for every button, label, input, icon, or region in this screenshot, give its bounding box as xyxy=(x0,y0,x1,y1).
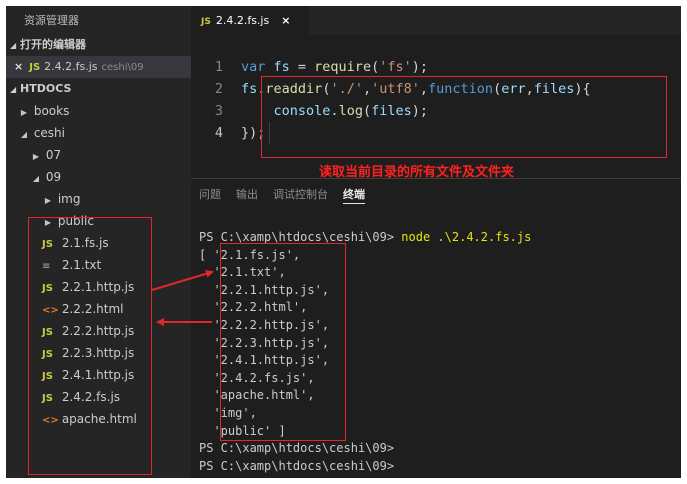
terminal-prompt-line: PS C:\xamp\htdocs\ceshi\09> xyxy=(199,441,395,456)
open-editor-dir: ceshi\09 xyxy=(101,62,144,73)
tree-folder[interactable]: ▶ books xyxy=(6,100,191,122)
code-token: 'fs' xyxy=(379,59,412,75)
annotation-box-output xyxy=(220,243,346,441)
chevron-right-icon: ▶ xyxy=(32,152,40,161)
code-token: ( xyxy=(371,59,380,75)
tree-item-label: 09 xyxy=(45,170,62,184)
chevron-down-icon: ◢ xyxy=(10,85,17,94)
line-number: 3 xyxy=(214,103,223,119)
open-editor-filename: 2.4.2.fs.js xyxy=(44,60,98,73)
open-editors-section[interactable]: ◢ 打开的编辑器 xyxy=(6,34,191,56)
open-editor-item[interactable]: × JS 2.4.2.fs.js ceshi\09 xyxy=(6,56,191,78)
terminal-prompt: PS C:\xamp\htdocs\ceshi\09> xyxy=(199,230,402,244)
tab-2-4-2-fs-js[interactable]: JS 2.4.2.fs.js × xyxy=(191,6,309,34)
tree-item-label: ceshi xyxy=(33,126,65,140)
annotation-box-code xyxy=(261,76,667,158)
code-line[interactable]: 4}); xyxy=(191,122,266,144)
editor-area: JS 2.4.2.fs.js × 1 var fs = require('fs'); 2… xyxy=(191,6,681,180)
tree-folder[interactable]: ▶ 07 xyxy=(6,144,191,166)
panel-tab[interactable]: 输出 xyxy=(236,179,258,211)
editor-tab-bar: JS 2.4.2.fs.js × xyxy=(191,6,681,34)
line-number: 2 xyxy=(214,81,223,97)
terminal-prompt-line: PS C:\xamp\htdocs\ceshi\09> xyxy=(199,458,395,473)
chevron-right-icon: ▶ xyxy=(44,196,52,205)
chevron-down-icon: ◢ xyxy=(32,174,40,183)
line-number: 1 xyxy=(214,59,223,75)
tree-item-label: 07 xyxy=(45,148,62,162)
tree-folder[interactable]: ◢ 09 xyxy=(6,166,191,188)
project-label: HTDOCS xyxy=(20,82,72,95)
code-token: fs xyxy=(273,59,290,75)
panel-tab[interactable]: 终端 xyxy=(343,187,365,204)
code-token: = xyxy=(289,59,315,75)
chevron-down-icon: ◢ xyxy=(20,130,28,139)
close-icon[interactable]: × xyxy=(281,14,290,27)
chevron-right-icon: ▶ xyxy=(20,108,28,117)
project-section[interactable]: ◢ HTDOCS xyxy=(6,78,191,100)
js-file-icon: JS xyxy=(201,17,211,27)
tree-item-label: img xyxy=(57,192,81,206)
bottom-panel: 问题 输出 调试控制台 终端 PS C:\xamp\htdocs\ceshi\09> … xyxy=(191,178,681,478)
code-token: var xyxy=(241,59,274,75)
close-icon[interactable]: × xyxy=(14,60,23,73)
annotation-box-file-list xyxy=(28,217,152,475)
chevron-down-icon: ◢ xyxy=(10,41,17,50)
open-editors-label: 打开的编辑器 xyxy=(20,38,86,51)
tree-item-label: books xyxy=(33,104,70,118)
code-token: fs xyxy=(241,81,258,97)
panel-tab-bar: 问题 输出 调试控制台 终端 xyxy=(191,179,681,211)
panel-tab[interactable]: 调试控制台 xyxy=(273,179,328,211)
line-number: 4 xyxy=(214,125,223,141)
tab-label: 2.4.2.fs.js xyxy=(215,14,270,27)
code-token: ); xyxy=(411,59,428,75)
terminal-command: node .\2.4.2.fs.js xyxy=(401,230,532,244)
code-token: require xyxy=(314,59,372,75)
code-line[interactable]: 1 var fs = require('fs'); xyxy=(191,56,428,78)
tree-folder[interactable]: ◢ ceshi xyxy=(6,122,191,144)
explorer-title: 资源管理器 xyxy=(24,14,79,27)
tree-folder[interactable]: ▶ img xyxy=(6,188,191,210)
panel-tab[interactable]: 问题 xyxy=(199,179,221,211)
js-file-icon: JS xyxy=(29,62,41,73)
vscode-window: 资源管理器 ◢ 打开的编辑器 × JS 2.4.2.fs.js ceshi\09 ◢ HT… xyxy=(6,6,681,478)
